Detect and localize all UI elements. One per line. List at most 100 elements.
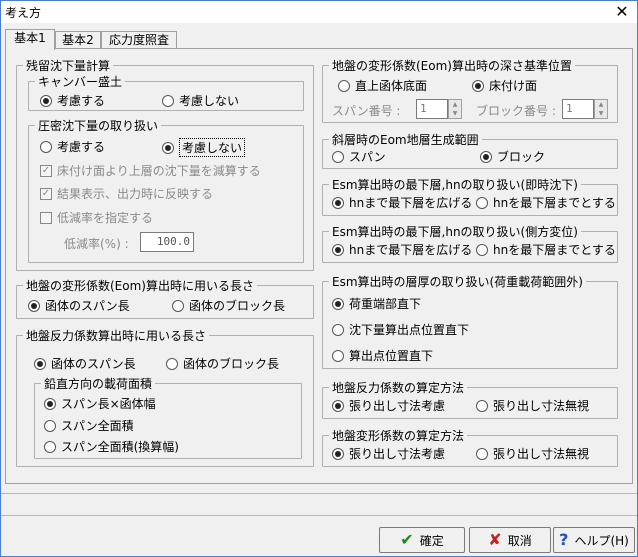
help-button-label: ヘルプ(H) [574, 533, 629, 548]
help-icon: ? [559, 530, 569, 549]
reaction-method-opt1-label: 張り出し寸法考慮 [349, 399, 446, 413]
radio-empty-icon [332, 323, 344, 336]
camber-consider-radio[interactable]: 考慮する [40, 92, 105, 109]
reaction-length-label: 地盤反力係数算出時に用いる長さ [26, 329, 207, 343]
block-no-input[interactable]: 1 [562, 99, 594, 119]
residual-settlement-label: 残留沈下量計算 [26, 59, 111, 73]
span-no-label: スパン番号 : [332, 104, 401, 118]
esm-lateral-opt1-label: hnまで最下層を広げる [349, 243, 473, 257]
block-no-spinner[interactable]: ▲ ▼ [594, 99, 608, 119]
deform-method-opt1-radio[interactable]: 張り出し寸法考慮 [332, 445, 445, 462]
radio-empty-icon [476, 243, 488, 256]
esm-lateral-opt2-radio[interactable]: hnを最下層までとする [476, 241, 616, 258]
title-bar: 考え方 ✕ [1, 1, 637, 23]
esm-thickness-opt2-radio[interactable]: 沈下量算出点位置直下 [332, 321, 469, 338]
vertical-area-label: 鉛直方向の載荷面積 [44, 377, 153, 391]
esm-settle-opt2-label: hnを最下層までとする [493, 196, 616, 210]
subtract-upper-checkbox[interactable]: ✓ 床付け面より上層の沈下量を減算する [40, 162, 261, 179]
reaction-span-label: 函体のスパン長 [51, 357, 136, 371]
span-no-spinner[interactable]: ▲ ▼ [448, 99, 462, 119]
window-title: 考え方 [5, 6, 42, 20]
eom-block-radio[interactable]: 函体のブロック長 [172, 297, 285, 314]
esm-lateral-opt1-radio[interactable]: hnまで最下層を広げる [332, 241, 472, 258]
x-icon: ✘ [488, 530, 502, 549]
consolidation-consider-label: 考慮する [57, 140, 106, 154]
reaction-block-radio[interactable]: 函体のブロック長 [166, 355, 279, 372]
unchecked-box-icon [40, 211, 52, 224]
radio-empty-icon [166, 357, 178, 370]
radio-selected-icon [332, 297, 344, 310]
area-opt1-label: スパン長×函体幅 [61, 397, 156, 411]
esm-lateral-label: Esm算出時の最下層,hnの取り扱い(側方変位) [332, 225, 578, 239]
reaction-method-opt2-radio[interactable]: 張り出し寸法無視 [476, 397, 589, 414]
radio-selected-icon [162, 141, 174, 154]
reaction-method-opt1-radio[interactable]: 張り出し寸法考慮 [332, 397, 445, 414]
reflect-output-label: 結果表示、出力時に反映する [57, 187, 214, 201]
esm-thickness-opt1-radio[interactable]: 荷重端部直下 [332, 295, 421, 312]
esm-lateral-opt2-label: hnを最下層までとする [493, 243, 616, 257]
radio-empty-icon [44, 419, 56, 432]
radio-empty-icon [338, 79, 350, 92]
radio-selected-icon [40, 94, 52, 107]
slope-block-label: ブロック [497, 150, 546, 164]
area-opt1-radio[interactable]: スパン長×函体幅 [44, 395, 156, 412]
depth-footing-radio[interactable]: 床付け面 [472, 77, 537, 94]
consolidation-not-consider-label: 考慮しない [179, 138, 246, 157]
deform-method-opt2-radio[interactable]: 張り出し寸法無視 [476, 445, 589, 462]
cancel-button-label: 取消 [507, 533, 532, 548]
ok-button-label: 確定 [419, 533, 444, 548]
reaction-span-radio[interactable]: 函体のスパン長 [34, 355, 136, 372]
slope-block-radio[interactable]: ブロック [480, 148, 545, 165]
reaction-method-opt2-label: 張り出し寸法無視 [493, 399, 590, 413]
slope-span-radio[interactable]: スパン [332, 148, 386, 165]
radio-selected-icon [28, 299, 40, 312]
block-no-label: ブロック番号 : [476, 104, 556, 118]
reduction-rate-checkbox[interactable]: 低減率を指定する [40, 209, 153, 226]
area-opt3-radio[interactable]: スパン全面積(換算幅) [44, 438, 179, 455]
eom-span-radio[interactable]: 函体のスパン長 [28, 297, 130, 314]
depth-directly-below-radio[interactable]: 直上函体底面 [338, 77, 427, 94]
esm-thickness-label: Esm算出時の層厚の取り扱い(荷重載荷範囲外) [332, 275, 583, 289]
tab-basic2[interactable]: 基本2 [55, 31, 101, 49]
radio-empty-icon [172, 299, 184, 312]
consolidation-consider-radio[interactable]: 考慮する [40, 138, 105, 155]
divider-lower [1, 515, 637, 516]
slope-span-label: スパン [349, 150, 386, 164]
help-button[interactable]: ? ヘルプ(H) [553, 527, 635, 553]
esm-thickness-opt3-label: 算出点位置直下 [349, 349, 434, 363]
esm-thickness-opt3-radio[interactable]: 算出点位置直下 [332, 347, 433, 364]
deform-method-opt1-label: 張り出し寸法考慮 [349, 447, 446, 461]
esm-settle-opt2-radio[interactable]: hnを最下層までとする [476, 194, 616, 211]
radio-empty-icon [332, 150, 344, 163]
deform-method-opt2-label: 張り出し寸法無視 [493, 447, 590, 461]
reduction-rate-input[interactable]: 100.0 [140, 232, 194, 252]
slope-range-label: 斜層時のEom地層生成範囲 [332, 133, 479, 147]
camber-not-consider-radio[interactable]: 考慮しない [162, 92, 239, 109]
camber-consider-label: 考慮する [57, 94, 106, 108]
esm-settle-opt1-label: hnまで最下層を広げる [349, 196, 473, 210]
radio-selected-icon [332, 447, 344, 460]
area-opt2-radio[interactable]: スパン全面積 [44, 417, 134, 434]
span-no-input[interactable]: 1 [416, 99, 448, 119]
esm-settle-label: Esm算出時の最下層,hnの取り扱い(即時沈下) [332, 178, 578, 192]
reflect-output-checkbox[interactable]: ✓ 結果表示、出力時に反映する [40, 185, 213, 202]
reduction-rate-check-label: 低減率を指定する [57, 211, 154, 225]
reaction-method-label: 地盤反力係数の算定方法 [332, 381, 465, 395]
cancel-button[interactable]: ✘ 取消 [469, 527, 551, 553]
camber-label: キャンバー盛土 [38, 75, 123, 89]
consolidation-not-consider-radio[interactable]: 考慮しない [162, 138, 246, 157]
radio-empty-icon [162, 94, 174, 107]
tab-basic1[interactable]: 基本1 [5, 29, 55, 50]
esm-settle-opt1-radio[interactable]: hnまで最下層を広げる [332, 194, 472, 211]
ok-button[interactable]: ✔ 確定 [379, 527, 465, 553]
close-icon[interactable]: ✕ [611, 1, 633, 23]
radio-empty-icon [332, 349, 344, 362]
depth-directly-below-label: 直上函体底面 [355, 79, 428, 93]
radio-empty-icon [40, 140, 52, 153]
camber-not-consider-label: 考慮しない [179, 94, 240, 108]
area-opt3-label: スパン全面積(換算幅) [61, 440, 179, 454]
tab-stress-check[interactable]: 応力度照査 [101, 31, 177, 49]
eom-length-label: 地盤の変形係数(Eom)算出時に用いる長さ [26, 279, 254, 293]
radio-selected-icon [34, 357, 46, 370]
consolidation-label: 圧密沈下量の取り扱い [38, 119, 159, 133]
